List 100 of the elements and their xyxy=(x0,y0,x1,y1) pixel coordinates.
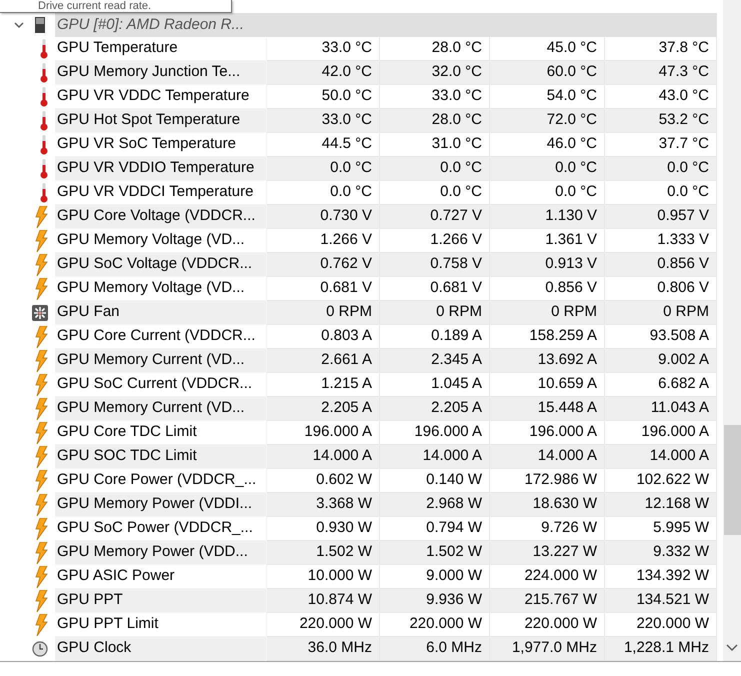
value-cell: 0.913 V xyxy=(490,253,605,277)
sensor-name[interactable]: GPU Memory Voltage (VD... xyxy=(55,277,267,301)
sensor-name[interactable]: GPU Memory Power (VDD... xyxy=(55,541,267,565)
value-cell: 0.727 V xyxy=(380,205,490,229)
value-cell: 43.0 °C xyxy=(605,85,717,109)
sensor-name[interactable]: GPU Hot Spot Temperature xyxy=(55,109,267,133)
value-cell: 0.730 V xyxy=(267,205,380,229)
value-cell: 0.794 W xyxy=(380,517,490,541)
sensor-name[interactable]: GPU Memory Junction Te... xyxy=(55,61,267,85)
scroll-down-icon[interactable] xyxy=(726,644,738,652)
value-cell: 14.000 A xyxy=(605,445,717,469)
value-cell: 13.227 W xyxy=(490,541,605,565)
lightning-bolt-icon xyxy=(34,470,48,492)
value-cell: 33.0 °C xyxy=(267,37,380,61)
value-cell: 10.874 W xyxy=(267,589,380,613)
value-cell: 1.266 V xyxy=(267,229,380,253)
sensor-name[interactable]: GPU Clock xyxy=(55,637,267,661)
value-cell: 224.000 W xyxy=(490,565,605,589)
value-cell: 1,228.1 MHz xyxy=(605,637,717,661)
value-cell: 28.0 °C xyxy=(380,109,490,133)
value-cell: 31.0 °C xyxy=(380,133,490,157)
value-cell: 10.000 W xyxy=(267,565,380,589)
sensor-name[interactable]: GPU PPT xyxy=(55,589,267,613)
value-cell: 12.168 W xyxy=(605,493,717,517)
sensor-name[interactable]: GPU VR VDDCI Temperature xyxy=(55,181,267,205)
thermometer-icon xyxy=(40,135,48,155)
value-cell: 0.758 V xyxy=(380,253,490,277)
value-cell: 9.002 A xyxy=(605,349,717,373)
lightning-bolt-icon xyxy=(34,494,48,516)
value-cell: 220.000 W xyxy=(490,613,605,637)
value-cell: 33.0 °C xyxy=(380,85,490,109)
value-cell: 11.043 A xyxy=(605,397,717,421)
value-cell: 53.2 °C xyxy=(605,109,717,133)
sensor-name[interactable]: GPU Memory Voltage (VD... xyxy=(55,229,267,253)
lightning-bolt-icon xyxy=(34,422,48,444)
chip-icon xyxy=(34,17,46,33)
value-cell: 14.000 A xyxy=(267,445,380,469)
value-cell: 0.856 V xyxy=(605,253,717,277)
sensor-name[interactable]: GPU Core Current (VDDCR... xyxy=(55,325,267,349)
value-cell: 0.0 °C xyxy=(605,181,717,205)
sensor-name[interactable]: GPU ASIC Power xyxy=(55,565,267,589)
value-cell: 33.0 °C xyxy=(267,109,380,133)
thermometer-icon xyxy=(40,87,48,107)
sensor-name[interactable]: GPU SoC Current (VDDCR... xyxy=(55,373,267,397)
value-cell: 2.661 A xyxy=(267,349,380,373)
sensor-name[interactable]: GPU VR VDDC Temperature xyxy=(55,85,267,109)
value-cell: 37.7 °C xyxy=(605,133,717,157)
sensor-name[interactable]: GPU Core Voltage (VDDCR... xyxy=(55,205,267,229)
sensor-name[interactable]: GPU Core Power (VDDCR_... xyxy=(55,469,267,493)
sensor-name[interactable]: GPU SoC Power (VDDCR_... xyxy=(55,517,267,541)
value-cell: 1.130 V xyxy=(490,205,605,229)
sensor-name[interactable]: GPU Core TDC Limit xyxy=(55,421,267,445)
value-cell: 9.000 W xyxy=(380,565,490,589)
value-cell: 42.0 °C xyxy=(267,61,380,85)
value-cell: 0 RPM xyxy=(490,301,605,325)
sensor-name[interactable]: GPU Fan xyxy=(55,301,267,325)
value-cell: 72.0 °C xyxy=(490,109,605,133)
lightning-bolt-icon xyxy=(34,590,48,612)
lightning-bolt-icon xyxy=(34,518,48,540)
value-cell: 45.0 °C xyxy=(490,37,605,61)
value-cell: 50.0 °C xyxy=(267,85,380,109)
lightning-bolt-icon xyxy=(34,398,48,420)
sensor-name[interactable]: GPU SOC TDC Limit xyxy=(55,445,267,469)
value-cell: 134.521 W xyxy=(605,589,717,613)
value-cell: 6.0 MHz xyxy=(380,637,490,661)
value-cell: 36.0 MHz xyxy=(267,637,380,661)
value-cell: 37.8 °C xyxy=(605,37,717,61)
value-cell: 215.767 W xyxy=(490,589,605,613)
value-cell: 9.936 W xyxy=(380,589,490,613)
value-cell: 0.140 W xyxy=(380,469,490,493)
value-cell: 10.659 A xyxy=(490,373,605,397)
value-cell: 60.0 °C xyxy=(490,61,605,85)
sensor-name[interactable]: GPU VR VDDIO Temperature xyxy=(55,157,267,181)
scrollbar-thumb[interactable] xyxy=(724,425,741,535)
thermometer-icon xyxy=(40,63,48,83)
thermometer-icon xyxy=(40,111,48,131)
group-header[interactable]: GPU [#0]: AMD Radeon R... xyxy=(55,13,717,37)
value-cell: 2.205 A xyxy=(380,397,490,421)
lightning-bolt-icon xyxy=(34,350,48,372)
expand-chevron-icon[interactable] xyxy=(13,20,25,30)
sensor-name[interactable]: GPU VR SoC Temperature xyxy=(55,133,267,157)
value-cell: 220.000 W xyxy=(267,613,380,637)
value-cell: 14.000 A xyxy=(490,445,605,469)
sensor-name[interactable]: GPU Memory Current (VD... xyxy=(55,349,267,373)
value-cell: 9.726 W xyxy=(490,517,605,541)
sensor-name[interactable]: GPU SoC Voltage (VDDCR... xyxy=(55,253,267,277)
sensor-name[interactable]: GPU Memory Power (VDDI... xyxy=(55,493,267,517)
fan-icon xyxy=(32,305,48,321)
value-cell: 46.0 °C xyxy=(490,133,605,157)
lightning-bolt-icon xyxy=(34,230,48,252)
sensor-name[interactable]: GPU Memory Current (VD... xyxy=(55,397,267,421)
value-cell: 2.205 A xyxy=(267,397,380,421)
thermometer-icon xyxy=(40,159,48,179)
tooltip: Drive current read rate. xyxy=(0,0,232,13)
value-cell: 0 RPM xyxy=(605,301,717,325)
sensor-name[interactable]: GPU Temperature xyxy=(55,37,267,61)
value-cell: 0.189 A xyxy=(380,325,490,349)
thermometer-icon xyxy=(40,39,48,59)
value-cell: 0.803 A xyxy=(267,325,380,349)
sensor-name[interactable]: GPU PPT Limit xyxy=(55,613,267,637)
